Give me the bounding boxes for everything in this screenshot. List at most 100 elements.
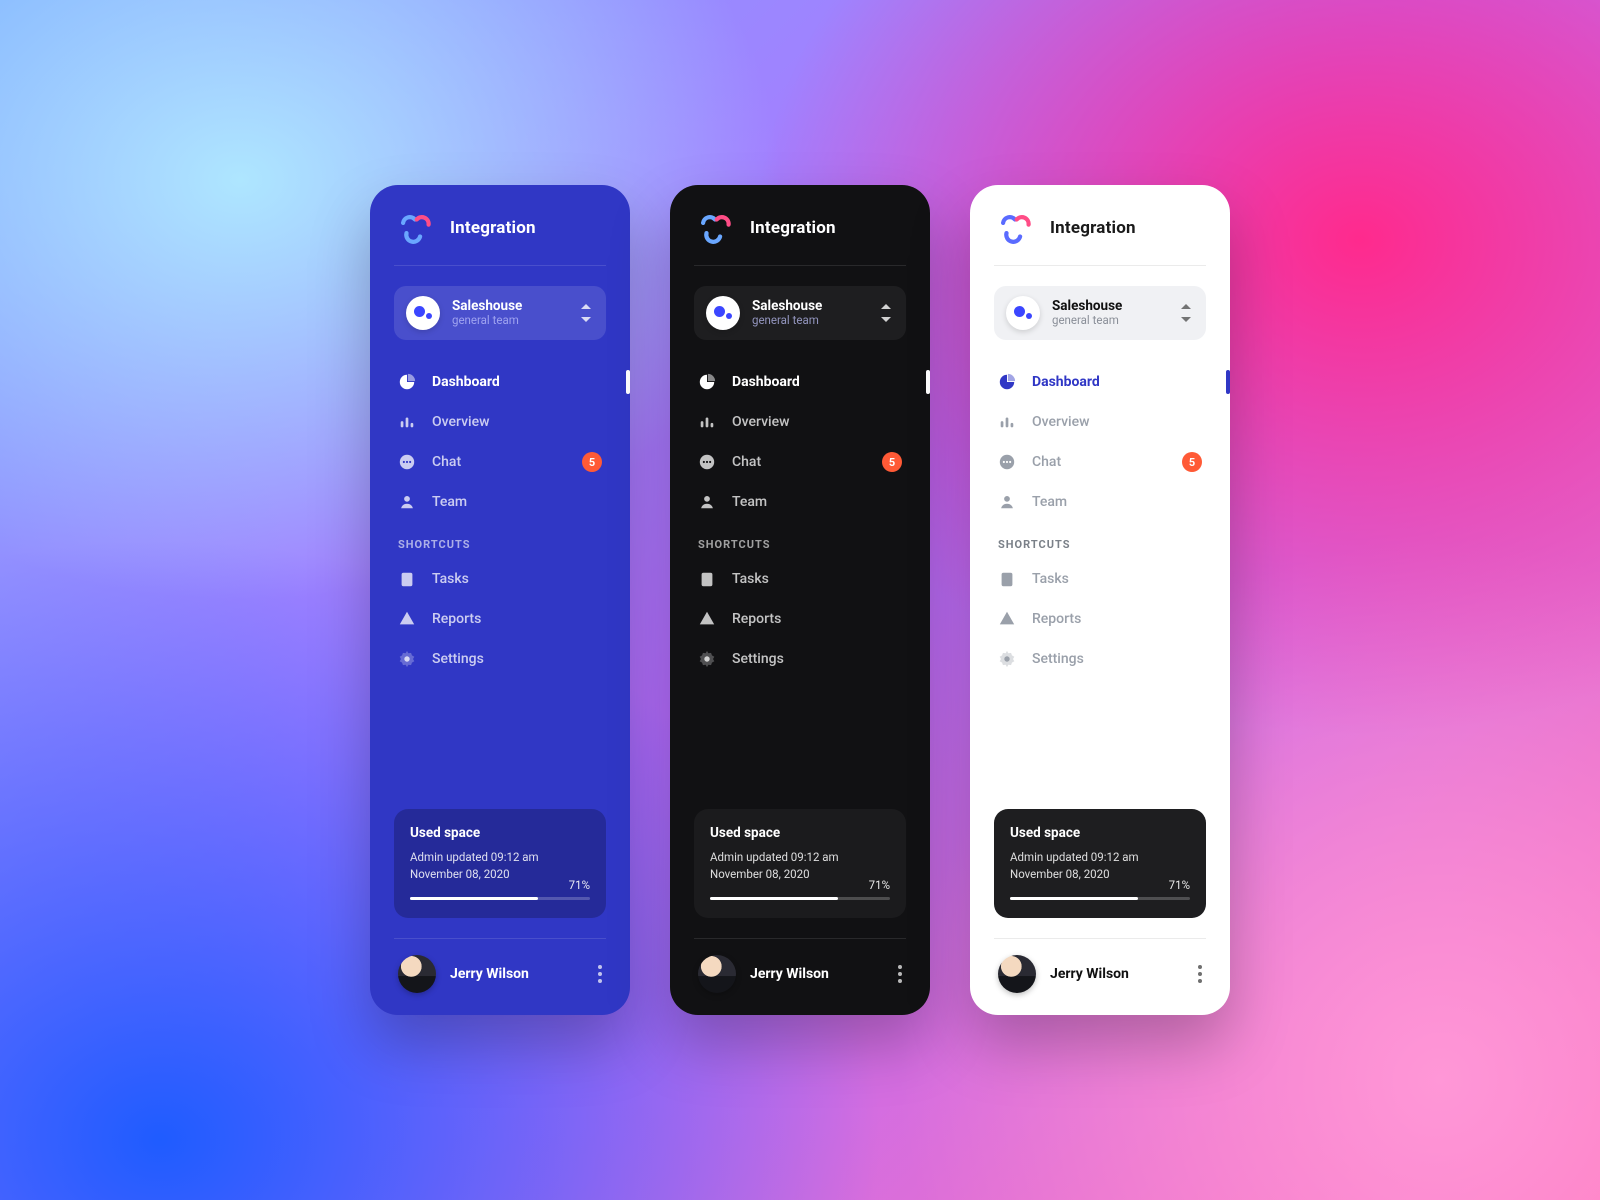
user-name: Jerry Wilson	[750, 966, 829, 982]
user-row[interactable]: Jerry Wilson	[970, 955, 1230, 993]
app-title: Integration	[750, 218, 836, 238]
used-space-percent: 71%	[569, 878, 590, 892]
used-space-line1: Admin updated 09:12 am	[410, 849, 590, 866]
nav-label: Dashboard	[1032, 374, 1100, 390]
nav-label: Team	[732, 494, 767, 510]
sidebar-panel-light: Integration Saleshouse general team Dash…	[970, 185, 1230, 1015]
used-space-percent: 71%	[1169, 878, 1190, 892]
user-name: Jerry Wilson	[450, 966, 529, 982]
nav-label: Settings	[432, 651, 484, 667]
nav-item-team[interactable]: Team	[394, 482, 606, 522]
org-selector[interactable]: Saleshouse general team	[394, 286, 606, 340]
divider	[394, 938, 606, 939]
used-space-card: Used space Admin updated 09:12 am Novemb…	[994, 809, 1206, 919]
chevron-up-down-icon	[578, 303, 594, 323]
nav-label: Tasks	[432, 571, 469, 587]
nav-item-team[interactable]: Team	[694, 482, 906, 522]
org-name: Saleshouse	[452, 299, 522, 315]
app-title: Integration	[1050, 218, 1136, 238]
user-icon	[698, 493, 716, 511]
more-vertical-icon[interactable]	[1198, 965, 1202, 983]
gear-icon	[998, 650, 1016, 668]
sidebar-panel-blue: Integration Saleshouse general team Dash…	[370, 185, 630, 1015]
nav-item-reports[interactable]: Reports	[694, 599, 906, 639]
nav-item-tasks[interactable]: Tasks	[394, 559, 606, 599]
warning-icon	[698, 610, 716, 628]
clipboard-icon	[398, 570, 416, 588]
active-marker	[926, 370, 930, 394]
used-space-line1: Admin updated 09:12 am	[1010, 849, 1190, 866]
nav-label: Team	[432, 494, 467, 510]
sidebar-panel-dark: Integration Saleshouse general team Dash…	[670, 185, 930, 1015]
used-space-card: Used space Admin updated 09:12 am Novemb…	[694, 809, 906, 919]
warning-icon	[998, 610, 1016, 628]
nav-item-settings[interactable]: Settings	[394, 639, 606, 679]
progress-bar	[710, 897, 890, 900]
nav-item-reports[interactable]: Reports	[994, 599, 1206, 639]
used-space-percent: 71%	[869, 878, 890, 892]
nav-item-overview[interactable]: Overview	[994, 402, 1206, 442]
active-marker	[626, 370, 630, 394]
nav-item-dashboard[interactable]: Dashboard	[694, 362, 906, 402]
used-space-line2: November 08, 2020	[710, 866, 890, 883]
org-badge-icon	[706, 296, 740, 330]
nav-item-overview[interactable]: Overview	[694, 402, 906, 442]
nav-label: Tasks	[732, 571, 769, 587]
nav-item-tasks[interactable]: Tasks	[694, 559, 906, 599]
nav-item-settings[interactable]: Settings	[694, 639, 906, 679]
bar-chart-icon	[698, 413, 716, 431]
user-row[interactable]: Jerry Wilson	[670, 955, 930, 993]
used-space-line2: November 08, 2020	[1010, 866, 1190, 883]
nav-item-team[interactable]: Team	[994, 482, 1206, 522]
user-icon	[398, 493, 416, 511]
progress-bar	[1010, 897, 1190, 900]
org-name: Saleshouse	[1052, 299, 1122, 315]
divider	[994, 265, 1206, 266]
org-badge-icon	[406, 296, 440, 330]
divider	[694, 938, 906, 939]
more-vertical-icon[interactable]	[898, 965, 902, 983]
nav-primary: Dashboard Overview Chat 5 Team	[370, 362, 630, 522]
progress-bar	[410, 897, 590, 900]
org-subtitle: general team	[1052, 314, 1122, 327]
divider	[994, 938, 1206, 939]
used-space-title: Used space	[1010, 825, 1190, 841]
org-name: Saleshouse	[752, 299, 822, 315]
chat-badge: 5	[582, 452, 602, 472]
pie-chart-icon	[698, 373, 716, 391]
nav-item-dashboard[interactable]: Dashboard	[394, 362, 606, 402]
nav-item-overview[interactable]: Overview	[394, 402, 606, 442]
avatar	[998, 955, 1036, 993]
chat-icon	[398, 453, 416, 471]
more-vertical-icon[interactable]	[598, 965, 602, 983]
nav-item-settings[interactable]: Settings	[994, 639, 1206, 679]
divider	[394, 265, 606, 266]
avatar	[398, 955, 436, 993]
pie-chart-icon	[998, 373, 1016, 391]
header: Integration	[370, 211, 630, 265]
org-selector[interactable]: Saleshouse general team	[694, 286, 906, 340]
nav-label: Reports	[432, 611, 481, 627]
nav-item-chat[interactable]: Chat 5	[694, 442, 906, 482]
nav-label: Tasks	[1032, 571, 1069, 587]
nav-item-tasks[interactable]: Tasks	[994, 559, 1206, 599]
nav-item-chat[interactable]: Chat5	[994, 442, 1206, 482]
chat-badge: 5	[1182, 452, 1202, 472]
progress-fill	[710, 897, 838, 900]
nav-label: Dashboard	[732, 374, 800, 390]
header: Integration	[970, 211, 1230, 265]
nav-item-dashboard[interactable]: Dashboard	[994, 362, 1206, 402]
header: Integration	[670, 211, 930, 265]
chevron-up-down-icon	[878, 303, 894, 323]
chevron-up-down-icon	[1178, 303, 1194, 323]
nav-label: Settings	[732, 651, 784, 667]
nav-item-reports[interactable]: Reports	[394, 599, 606, 639]
nav-primary: Dashboard Overview Chat5 Team	[970, 362, 1230, 522]
org-selector[interactable]: Saleshouse general team	[994, 286, 1206, 340]
user-row[interactable]: Jerry Wilson	[370, 955, 630, 993]
nav-label: Overview	[732, 414, 789, 430]
nav-item-chat[interactable]: Chat 5	[394, 442, 606, 482]
used-space-card: Used space Admin updated 09:12 am Novemb…	[394, 809, 606, 919]
chat-icon	[698, 453, 716, 471]
app-logo-icon	[998, 211, 1032, 245]
